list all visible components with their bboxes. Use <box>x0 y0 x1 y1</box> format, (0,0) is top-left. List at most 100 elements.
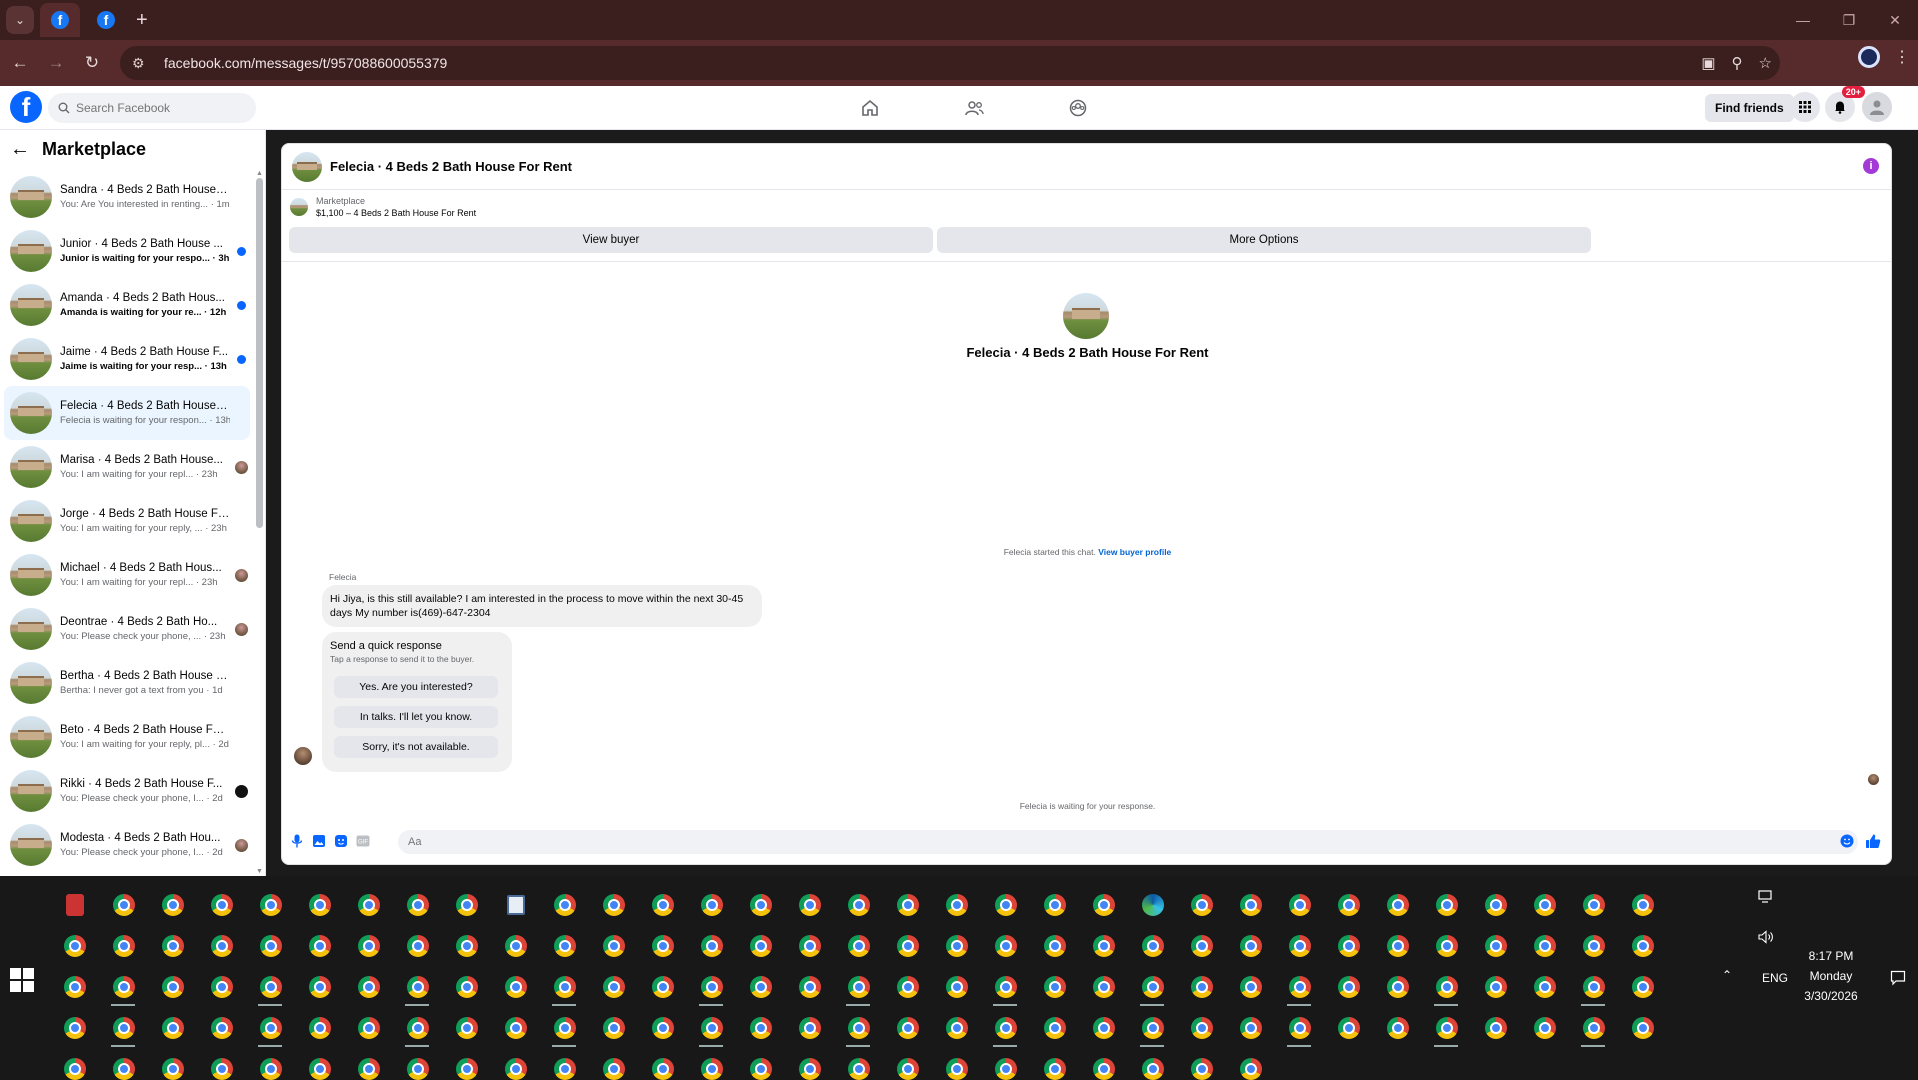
taskbar-app-button[interactable] <box>687 886 736 924</box>
account-avatar-icon[interactable] <box>1862 92 1892 122</box>
taskbar-app-button[interactable] <box>148 968 197 1006</box>
taskbar-app-button[interactable] <box>834 1050 883 1080</box>
taskbar-app-button[interactable] <box>834 968 883 1006</box>
taskbar-app-button[interactable] <box>589 927 638 965</box>
menu-grid-icon[interactable] <box>1790 92 1820 122</box>
taskbar-app-button[interactable] <box>1177 968 1226 1006</box>
message-input[interactable] <box>398 830 1858 854</box>
taskbar-app-button[interactable] <box>785 1050 834 1080</box>
taskbar-app-button[interactable] <box>932 927 981 965</box>
taskbar-app-button[interactable] <box>834 886 883 924</box>
taskbar-app-button[interactable] <box>883 927 932 965</box>
home-nav-icon[interactable] <box>818 86 922 130</box>
notification-center-icon[interactable] <box>1890 970 1906 989</box>
minimize-icon[interactable]: — <box>1780 0 1826 40</box>
taskbar-app-button[interactable] <box>1226 968 1275 1006</box>
taskbar-app-button[interactable] <box>1030 1050 1079 1080</box>
forward-icon[interactable]: → <box>38 45 74 81</box>
taskbar-app-button[interactable] <box>638 927 687 965</box>
gif-icon[interactable]: GIF <box>354 832 372 850</box>
taskbar-app-button[interactable] <box>148 927 197 965</box>
taskbar-app-button[interactable] <box>50 1050 99 1080</box>
taskbar-app-button[interactable] <box>1177 1009 1226 1047</box>
taskbar-app-button[interactable] <box>50 927 99 965</box>
taskbar-app-button[interactable] <box>1226 886 1275 924</box>
conversation-item[interactable]: Junior · 4 Beds 2 Bath House ... Junior i… <box>4 224 250 278</box>
taskbar-app-button[interactable] <box>295 1050 344 1080</box>
taskbar-app-button[interactable] <box>442 1009 491 1047</box>
taskbar-app-button[interactable] <box>295 886 344 924</box>
taskbar-app-button[interactable] <box>50 968 99 1006</box>
facebook-logo[interactable]: f <box>10 91 42 123</box>
taskbar-app-button[interactable] <box>197 968 246 1006</box>
taskbar-app-button[interactable] <box>1520 886 1569 924</box>
taskbar-app-button[interactable] <box>883 1050 932 1080</box>
taskbar-app-button[interactable] <box>1618 886 1667 924</box>
taskbar-app-button[interactable] <box>589 968 638 1006</box>
restore-icon[interactable]: ❐ <box>1826 0 1872 40</box>
taskbar-app-button[interactable] <box>1079 886 1128 924</box>
taskbar-app-button[interactable] <box>540 927 589 965</box>
conversation-item[interactable]: Sandra · 4 Beds 2 Bath House F... You: Ar… <box>4 170 250 224</box>
sticker-icon[interactable] <box>332 832 350 850</box>
taskbar-app-button[interactable] <box>1324 886 1373 924</box>
taskbar-app-button[interactable] <box>1030 886 1079 924</box>
taskbar-app-button[interactable] <box>981 1050 1030 1080</box>
scroll-up-icon[interactable]: ▲ <box>256 170 263 177</box>
conversation-item[interactable]: Jaime · 4 Beds 2 Bath House F... Jaime is… <box>4 332 250 386</box>
taskbar-app-button[interactable] <box>1177 927 1226 965</box>
taskbar-app-button[interactable] <box>589 886 638 924</box>
taskbar-app-button[interactable] <box>1030 968 1079 1006</box>
conversation-item[interactable]: Jorge · 4 Beds 2 Bath House For... You: I… <box>4 494 250 548</box>
conversation-item[interactable]: Bertha · 4 Beds 2 Bath House F... Bertha:… <box>4 656 250 710</box>
photo-icon[interactable] <box>310 832 328 850</box>
taskbar-app-button[interactable] <box>1128 886 1177 924</box>
taskbar-app-button[interactable] <box>1079 968 1128 1006</box>
taskbar-app-button[interactable] <box>246 927 295 965</box>
taskbar-app-button[interactable] <box>197 1009 246 1047</box>
search-box[interactable] <box>48 93 256 123</box>
taskbar-app-button[interactable] <box>246 886 295 924</box>
taskbar-app-button[interactable] <box>1618 927 1667 965</box>
taskbar-app-button[interactable] <box>1471 1009 1520 1047</box>
conversation-item[interactable]: Michael · 4 Beds 2 Bath Hous... You: I am… <box>4 548 250 602</box>
taskbar-app-button[interactable] <box>393 968 442 1006</box>
install-app-icon[interactable]: ▣ <box>1701 54 1715 72</box>
taskbar-app-button[interactable] <box>442 927 491 965</box>
taskbar-app-button[interactable] <box>638 1050 687 1080</box>
taskbar-app-button[interactable] <box>736 886 785 924</box>
taskbar-app-button[interactable] <box>687 927 736 965</box>
url-text[interactable]: facebook.com/messages/t/957088600055379 <box>164 55 447 71</box>
find-friends-button[interactable]: Find friends <box>1705 94 1794 122</box>
taskbar-app-button[interactable] <box>1128 1050 1177 1080</box>
taskbar-app-button[interactable] <box>246 1050 295 1080</box>
taskbar-app-button[interactable] <box>1275 968 1324 1006</box>
taskbar-app-button[interactable] <box>1422 927 1471 965</box>
taskbar-app-button[interactable] <box>50 886 99 924</box>
taskbar-app-button[interactable] <box>736 927 785 965</box>
taskbar-app-button[interactable] <box>1569 886 1618 924</box>
taskbar-app-button[interactable] <box>197 927 246 965</box>
taskbar-app-button[interactable] <box>785 927 834 965</box>
browser-tab-active[interactable]: f <box>40 3 80 37</box>
taskbar-app-button[interactable] <box>344 1050 393 1080</box>
search-input[interactable] <box>76 101 236 115</box>
bookmark-star-icon[interactable]: ☆ <box>1759 54 1772 72</box>
taskbar-app-button[interactable] <box>687 1050 736 1080</box>
notifications-icon[interactable]: 20+ <box>1825 86 1865 122</box>
taskbar-app-button[interactable] <box>540 886 589 924</box>
taskbar-app-button[interactable] <box>932 1050 981 1080</box>
taskbar-app-button[interactable] <box>1177 1050 1226 1080</box>
tab-search-dropdown[interactable]: ⌄ <box>6 6 34 34</box>
taskbar-app-button[interactable] <box>1226 1050 1275 1080</box>
taskbar-app-button[interactable] <box>148 1009 197 1047</box>
quick-response-sorry[interactable]: Sorry, it's not available. <box>334 736 498 758</box>
taskbar-app-button[interactable] <box>295 927 344 965</box>
new-tab-button[interactable]: + <box>136 9 148 32</box>
taskbar-app-button[interactable] <box>932 968 981 1006</box>
quick-response-yes[interactable]: Yes. Are you interested? <box>334 676 498 698</box>
clock[interactable]: 8:17 PM Monday 3/30/2026 <box>1796 946 1866 1006</box>
address-bar[interactable]: ⚙ facebook.com/messages/t/95708860005537… <box>120 46 1780 80</box>
taskbar-app-button[interactable] <box>932 1009 981 1047</box>
taskbar-app-button[interactable] <box>1422 968 1471 1006</box>
